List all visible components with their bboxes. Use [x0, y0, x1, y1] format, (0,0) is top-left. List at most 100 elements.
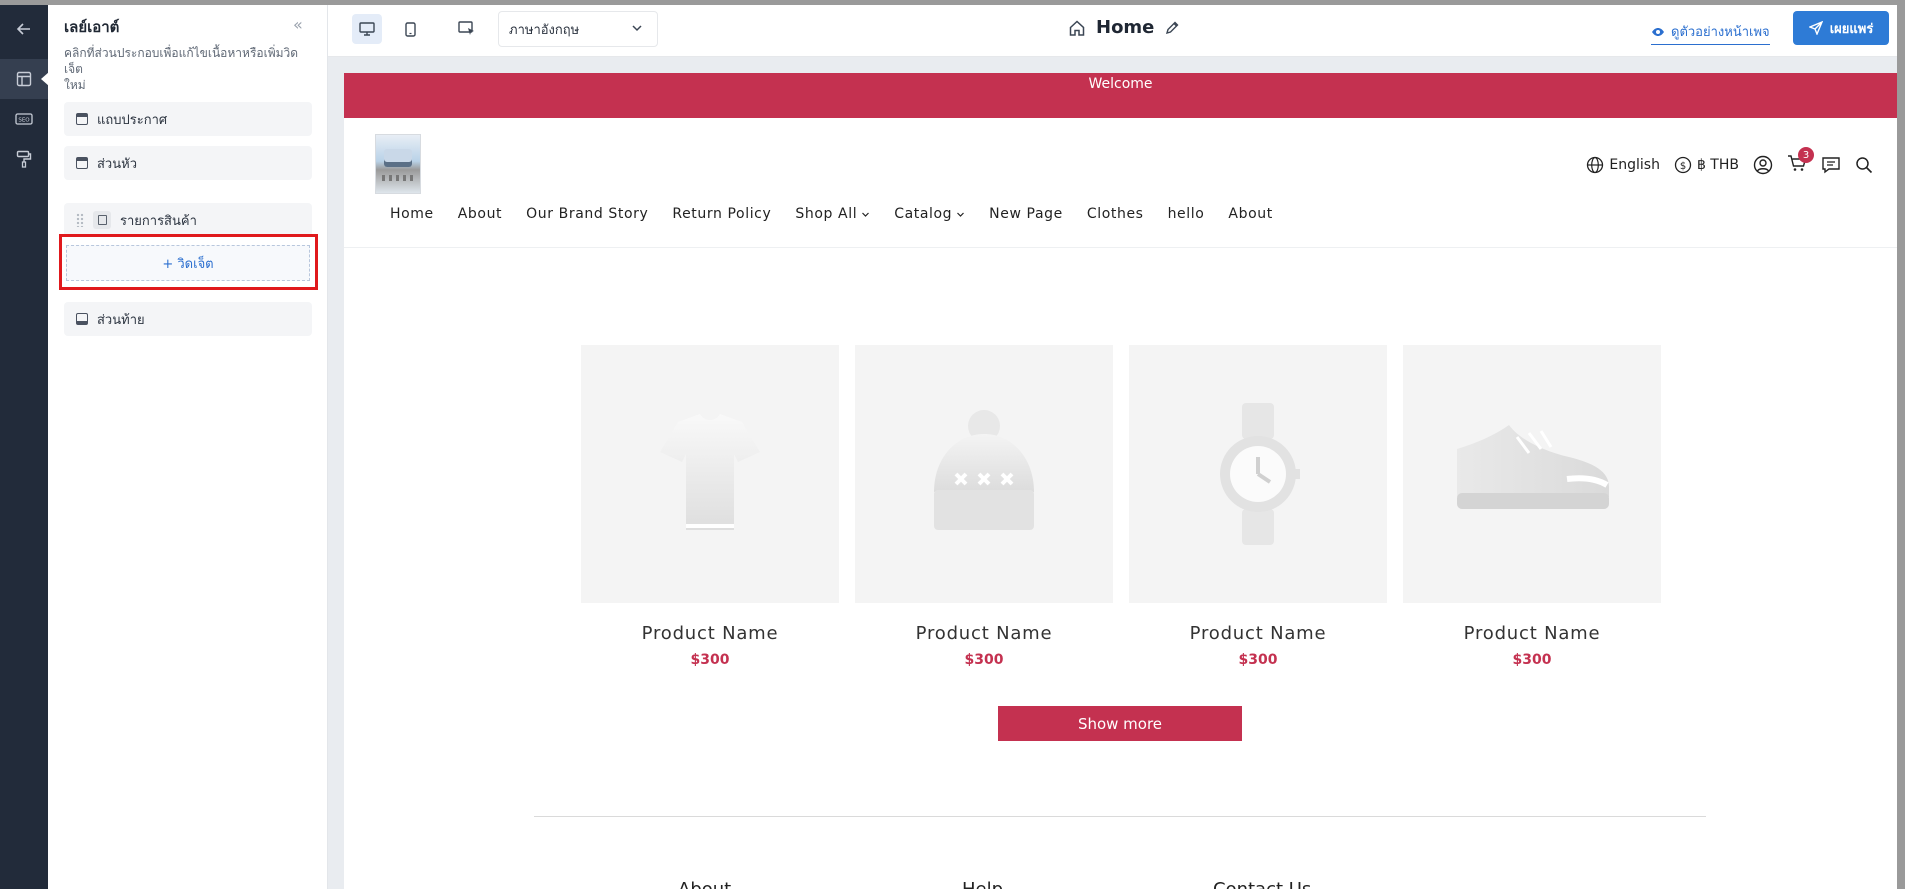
editor-toolbar: ภาษาอังกฤษ Home ดูตัวอย่างหน้าเพจ เผยแพร… — [328, 5, 1897, 57]
cart-button[interactable]: 3 — [1787, 147, 1814, 176]
product-card[interactable]: Product Name $300 — [1403, 345, 1661, 668]
user-account-icon[interactable] — [1753, 155, 1773, 175]
site-preview: Welcome English $ ฿ THB 3 Home About Our… — [344, 73, 1897, 889]
nav-item-catalog[interactable]: Catalog — [894, 206, 965, 222]
nav-item-about-2[interactable]: About — [1228, 206, 1272, 222]
select-element-button[interactable] — [452, 14, 482, 44]
section-icon — [76, 157, 88, 169]
paint-roller-icon — [16, 150, 32, 168]
main-navigation: Home About Our Brand Story Return Policy… — [390, 206, 1273, 222]
layout-panel: เลย์เอาต์ « คลิกที่ส่วนประกอบเพื่อแก้ไขเ… — [48, 5, 328, 889]
add-widget-button[interactable]: + วิดเจ็ต — [66, 245, 310, 281]
mobile-view-button[interactable] — [395, 14, 425, 44]
watch-icon — [1220, 403, 1300, 545]
product-card[interactable]: Product Name $300 — [1129, 345, 1387, 668]
product-card[interactable]: Product Name $300 — [581, 345, 839, 668]
store-logo[interactable] — [375, 134, 421, 194]
phone-icon — [404, 21, 416, 37]
layout-tab[interactable] — [0, 59, 49, 99]
icon-rail: SEO — [0, 5, 49, 889]
seo-tab[interactable]: SEO — [0, 99, 48, 139]
section-announcement-bar[interactable]: แถบประกาศ — [64, 102, 312, 136]
currency-switcher[interactable]: $ ฿ THB — [1674, 156, 1739, 174]
show-more-button[interactable]: Show more — [998, 706, 1242, 741]
language-select-value: ภาษาอังกฤษ — [509, 22, 580, 38]
nav-item-home[interactable]: Home — [390, 206, 434, 222]
product-name[interactable]: Product Name — [1129, 623, 1387, 644]
product-price: $300 — [1238, 652, 1278, 668]
site-header[interactable]: English $ ฿ THB 3 Home About Our Brand S… — [344, 118, 1897, 248]
footer-divider — [534, 816, 1706, 817]
shopping-bag-icon — [93, 211, 111, 229]
preview-page-label: ดูตัวอย่างหน้าเพจ — [1671, 25, 1770, 40]
beanie-icon — [934, 410, 1034, 530]
section-product-list[interactable]: รายการสินค้า — [64, 203, 312, 237]
announcement-banner[interactable]: Welcome — [344, 73, 1897, 118]
product-price: $300 — [690, 652, 730, 668]
nav-item-about[interactable]: About — [458, 206, 502, 222]
nav-item-hello[interactable]: hello — [1168, 206, 1205, 222]
theme-tab[interactable] — [0, 139, 48, 179]
section-label: ส่วนท้าย — [97, 312, 145, 328]
cursor-select-icon — [458, 21, 474, 35]
monitor-icon — [359, 22, 375, 36]
page-name-text: Home — [1096, 17, 1155, 38]
dollar-coin-icon: $ — [1674, 156, 1692, 174]
product-name[interactable]: Product Name — [855, 623, 1113, 644]
svg-text:$: $ — [1680, 161, 1686, 172]
svg-text:SEO: SEO — [18, 118, 30, 124]
seo-icon: SEO — [15, 113, 33, 125]
product-image[interactable] — [1129, 345, 1387, 603]
page-title: Home — [1068, 17, 1180, 38]
chevron-down-icon — [632, 25, 642, 32]
section-header[interactable]: ส่วนหัว — [64, 146, 312, 180]
nav-item-brand-story[interactable]: Our Brand Story — [526, 206, 648, 222]
section-label: แถบประกาศ — [97, 112, 168, 128]
tshirt-icon — [660, 414, 760, 530]
header-utilities: English $ ฿ THB 3 — [1586, 147, 1873, 176]
collapse-panel-button[interactable]: « — [293, 15, 303, 34]
nav-item-label: Catalog — [894, 206, 953, 222]
product-price: $300 — [964, 652, 1004, 668]
product-price: $300 — [1512, 652, 1552, 668]
cart-count-badge: 3 — [1798, 147, 1814, 163]
drag-handle-icon[interactable] — [76, 213, 84, 227]
section-footer[interactable]: ส่วนท้าย — [64, 302, 312, 336]
section-icon — [76, 313, 88, 325]
preview-page-link[interactable]: ดูตัวอย่างหน้าเพจ — [1651, 21, 1770, 45]
nav-item-return-policy[interactable]: Return Policy — [672, 206, 771, 222]
footer-heading-contact: Contact Us — [1213, 879, 1311, 889]
nav-item-clothes[interactable]: Clothes — [1087, 206, 1144, 222]
panel-title: เลย์เอาต์ — [64, 18, 120, 36]
chevron-down-icon — [862, 212, 870, 217]
product-image[interactable] — [855, 345, 1113, 603]
language-switcher[interactable]: English — [1586, 156, 1660, 174]
nav-item-label: Shop All — [795, 206, 858, 222]
language-select[interactable]: ภาษาอังกฤษ — [498, 11, 658, 47]
publish-button[interactable]: เผยแพร่ — [1793, 11, 1889, 45]
product-grid: Product Name $300 Product Name $300 Prod… — [581, 345, 1661, 668]
layout-icon — [16, 71, 32, 87]
product-name[interactable]: Product Name — [581, 623, 839, 644]
product-image[interactable] — [1403, 345, 1661, 603]
section-label: รายการสินค้า — [120, 213, 197, 229]
edit-pencil-icon[interactable] — [1164, 20, 1180, 36]
nav-item-shop-all[interactable]: Shop All — [795, 206, 870, 222]
chat-icon[interactable] — [1821, 156, 1841, 174]
product-card[interactable]: Product Name $300 — [855, 345, 1113, 668]
section-icon — [76, 113, 88, 125]
globe-icon — [1587, 156, 1604, 174]
search-icon[interactable] — [1855, 156, 1873, 174]
back-button[interactable] — [0, 9, 48, 49]
chevron-down-icon — [957, 212, 965, 217]
arrow-left-icon — [16, 23, 30, 35]
language-label: English — [1609, 157, 1660, 173]
send-icon — [1808, 21, 1823, 35]
editor-window: SEO เลย์เอาต์ « คลิกที่ส่วนประกอบเพื่อแก… — [0, 5, 1897, 889]
nav-item-new-page[interactable]: New Page — [989, 206, 1063, 222]
footer-heading-help: Help — [962, 879, 1003, 889]
product-name[interactable]: Product Name — [1403, 623, 1661, 644]
product-image[interactable] — [581, 345, 839, 603]
eye-icon — [1652, 27, 1664, 36]
desktop-view-button[interactable] — [352, 14, 382, 44]
